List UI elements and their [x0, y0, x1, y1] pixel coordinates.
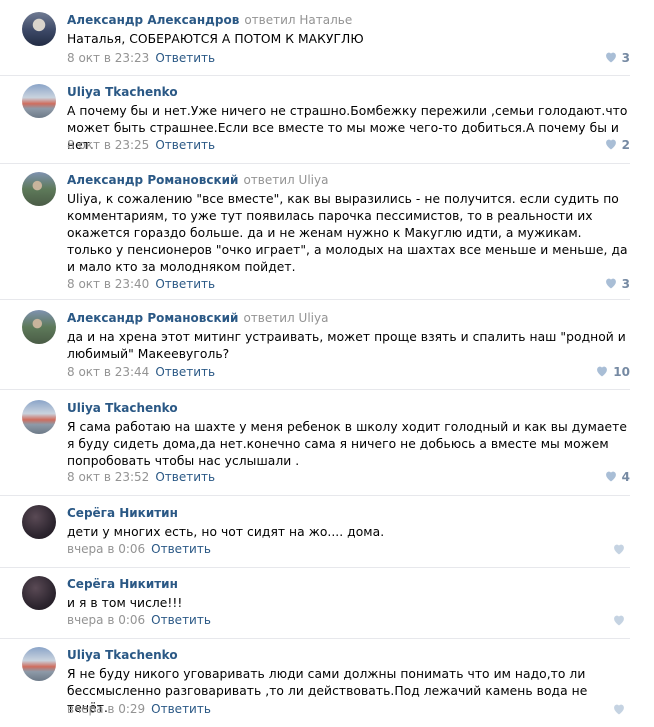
comment-date[interactable]: 8 окт в 23:40 — [67, 277, 149, 291]
like-button[interactable]: 3 — [604, 50, 630, 66]
reply-button[interactable]: Ответить — [155, 277, 215, 291]
author-link[interactable]: Серёга Никитин — [67, 577, 178, 591]
reply-button[interactable]: Ответить — [151, 613, 211, 627]
comment-date[interactable]: вчера в 0:06 — [67, 542, 145, 556]
comment-date[interactable]: 8 окт в 23:23 — [67, 51, 149, 65]
heart-icon — [597, 366, 608, 377]
comment-date[interactable]: вчера в 0:06 — [67, 613, 145, 627]
avatar[interactable] — [22, 576, 56, 610]
author-link[interactable]: Uliya Tkachenko — [67, 85, 178, 99]
comment-item: Александр Романовский ответил Uliya Uliya… — [0, 172, 630, 300]
like-count: 2 — [621, 138, 630, 152]
comment-date[interactable]: 8 окт в 23:52 — [67, 470, 149, 484]
author-link[interactable]: Александр Романовский — [67, 173, 238, 187]
comment-item: Серёга Никитин и я в том числе!!! вчера … — [0, 576, 630, 639]
comment-text: Я сама работаю на шахте у меня ребенок в… — [67, 420, 627, 468]
comment-item: Uliya Tkachenko А почему бы и нет.Уже ни… — [0, 84, 630, 164]
comment-date[interactable]: 8 окт в 23:44 — [67, 365, 149, 379]
like-button[interactable]: 10 — [595, 364, 630, 380]
reply-button[interactable]: Ответить — [155, 51, 215, 65]
avatar[interactable] — [22, 12, 56, 46]
heart-icon — [605, 471, 616, 482]
comment-body: Александр Романовский ответил Uliya да и … — [67, 310, 630, 379]
comment-text: Наталья, СОБЕРАЮТСЯ А ПОТОМ К МАКУГЛЮ — [67, 32, 364, 46]
comment-body: Uliya Tkachenko Я не буду никого уговари… — [67, 647, 630, 717]
author-link[interactable]: Uliya Tkachenko — [67, 401, 178, 415]
avatar[interactable] — [22, 84, 56, 118]
heart-icon — [605, 278, 616, 289]
comment-text: Uliya, к сожалению "все вместе", как вы … — [67, 192, 628, 274]
comment-date[interactable]: 8 окт в 23:25 — [67, 138, 149, 152]
avatar[interactable] — [22, 310, 56, 344]
reply-button[interactable]: Ответить — [155, 138, 215, 152]
like-count: 3 — [621, 51, 630, 65]
avatar[interactable] — [22, 505, 56, 539]
reply-button[interactable]: Ответить — [155, 470, 215, 484]
like-count: 4 — [621, 470, 630, 484]
like-button[interactable]: 2 — [604, 137, 630, 153]
comment-item: Александр Романовский ответил Uliya да и … — [0, 310, 630, 390]
like-button[interactable] — [612, 542, 630, 558]
author-link[interactable]: Uliya Tkachenko — [67, 648, 178, 662]
comment-date[interactable]: вчера в 0:29 — [67, 702, 145, 716]
reply-button[interactable]: Ответить — [155, 365, 215, 379]
comment-body: Uliya Tkachenko А почему бы и нет.Уже ни… — [67, 84, 630, 154]
heart-icon — [605, 52, 616, 63]
comment-body: Серёга Никитин дети у многих есть, но чо… — [67, 505, 630, 556]
reply-button[interactable]: Ответить — [151, 542, 211, 556]
heart-icon — [605, 139, 616, 150]
replied-to: ответил Uliya — [243, 311, 329, 325]
heart-icon — [614, 704, 624, 715]
reply-button[interactable]: Ответить — [151, 702, 211, 716]
avatar[interactable] — [22, 647, 56, 681]
comment-item: Uliya Tkachenko Я сама работаю на шахте … — [0, 400, 630, 496]
comment-body: Александр Романовский ответил Uliya Uliya… — [67, 172, 630, 291]
heart-icon — [614, 544, 624, 555]
comments-list: Александр Александров ответил Наталье Нат… — [0, 0, 654, 727]
like-count: 3 — [621, 277, 630, 291]
comment-item: Uliya Tkachenko Я не буду никого уговари… — [0, 647, 630, 727]
comment-item: Александр Александров ответил Наталье Нат… — [0, 12, 630, 76]
like-button[interactable] — [612, 702, 630, 718]
like-button[interactable]: 4 — [604, 469, 630, 485]
comment-body: Александр Александров ответил Наталье Нат… — [67, 12, 630, 65]
replied-to: ответил Наталье — [244, 13, 353, 27]
like-count: 10 — [613, 365, 630, 379]
like-button[interactable]: 3 — [604, 276, 630, 292]
comment-text: да и на хрена этот митинг устраивать, мо… — [67, 330, 626, 361]
replied-to: ответил Uliya — [243, 173, 329, 187]
heart-icon — [614, 615, 624, 626]
author-link[interactable]: Александр Александров — [67, 13, 239, 27]
comment-text: и я в том числе!!! — [67, 596, 183, 610]
author-link[interactable]: Александр Романовский — [67, 311, 238, 325]
comment-body: Серёга Никитин и я в том числе!!! вчера … — [67, 576, 630, 627]
author-link[interactable]: Серёга Никитин — [67, 506, 178, 520]
comment-body: Uliya Tkachenko Я сама работаю на шахте … — [67, 400, 630, 484]
like-button[interactable] — [612, 613, 630, 629]
avatar[interactable] — [22, 172, 56, 206]
comment-item: Серёга Никитин дети у многих есть, но чо… — [0, 505, 630, 568]
avatar[interactable] — [22, 400, 56, 434]
comment-text: дети у многих есть, но чот сидят на жо..… — [67, 525, 385, 539]
